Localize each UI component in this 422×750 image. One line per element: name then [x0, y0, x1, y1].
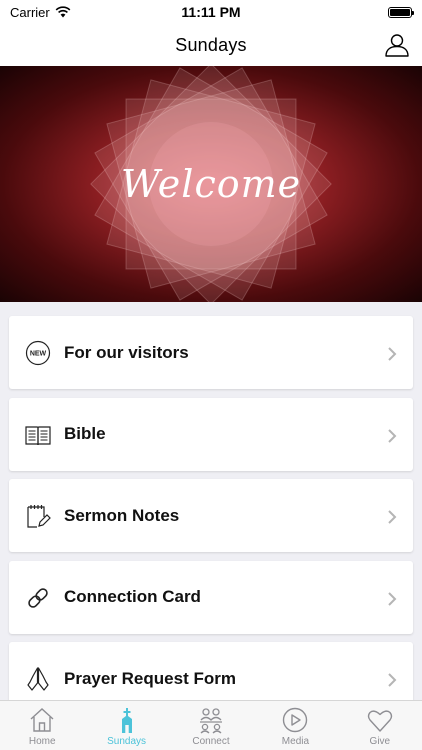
chevron-right-icon: [388, 673, 397, 687]
menu-item-label: Prayer Request Form: [64, 668, 236, 688]
chevron-right-icon: [388, 591, 397, 606]
battery-icon: [388, 6, 414, 18]
menu-item-connection-card[interactable]: Connection Card: [9, 560, 413, 634]
tab-sundays[interactable]: Sundays: [84, 701, 168, 750]
sundays-menu: NEW For our visitors Bible Sermon Notes: [9, 316, 413, 724]
tab-label: Media: [281, 736, 310, 747]
church-icon: [121, 708, 132, 733]
menu-item-for-our-visitors[interactable]: NEW For our visitors: [9, 316, 413, 389]
tab-connect[interactable]: Connect: [169, 701, 253, 750]
battery-fill: [390, 8, 410, 16]
menu-item-label: Bible: [64, 424, 106, 443]
menu-item-label: For our visitors: [64, 342, 189, 362]
menu-item-sermon-notes[interactable]: Sermon Notes: [9, 479, 413, 552]
heart-icon: [367, 710, 393, 732]
chevron-right-icon: [388, 510, 397, 524]
tab-label: Sundays: [107, 736, 147, 747]
link-icon: [28, 587, 48, 608]
welcome-text: Welcome: [120, 162, 302, 206]
tab-bar: Home Sundays Connect Media Give: [0, 700, 422, 750]
tab-label: Give: [369, 736, 391, 747]
chevron-right-icon: [388, 347, 397, 361]
tab-media[interactable]: Media: [253, 701, 337, 750]
welcome-banner[interactable]: Welcome: [0, 66, 422, 302]
new-badge-icon: NEW: [25, 340, 51, 366]
tab-label: Home: [28, 736, 56, 747]
home-icon: [30, 708, 54, 732]
menu-item-bible[interactable]: Bible: [9, 397, 413, 471]
praying-hands-icon: [27, 667, 49, 691]
navigation-bar: Sundays: [0, 24, 422, 66]
notepad-icon: [27, 505, 51, 528]
people-icon: [200, 708, 223, 734]
new-badge-text: NEW: [30, 351, 47, 358]
status-bar: Carrier 11:11 PM: [0, 0, 422, 24]
status-left: Carrier: [10, 5, 71, 20]
chevron-right-icon: [388, 428, 397, 443]
carrier-label: Carrier: [10, 4, 50, 20]
play-icon: [283, 707, 308, 733]
tab-label: Connect: [192, 736, 230, 747]
menu-item-label: Connection Card: [64, 587, 201, 606]
page-title: Sundays: [175, 34, 247, 55]
book-icon: [25, 425, 51, 445]
tab-home[interactable]: Home: [0, 701, 84, 750]
tab-give[interactable]: Give: [338, 701, 422, 750]
wifi-icon: [55, 6, 71, 18]
menu-item-label: Sermon Notes: [64, 505, 180, 525]
profile-icon[interactable]: [384, 32, 410, 58]
